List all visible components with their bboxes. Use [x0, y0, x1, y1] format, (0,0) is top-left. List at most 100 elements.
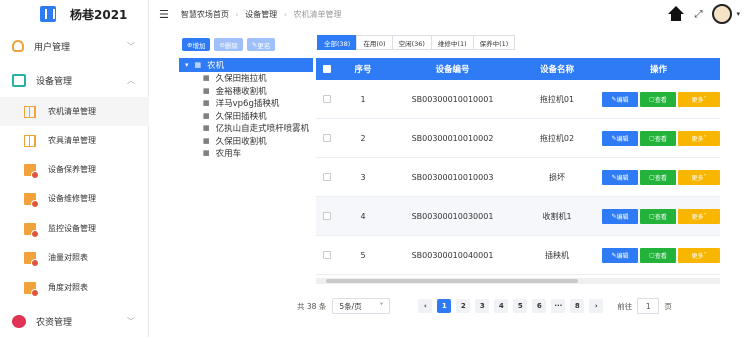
caret-down-icon: ▾ — [185, 61, 189, 69]
edit-button[interactable]: ✎ 编辑 — [602, 208, 638, 224]
tab-all[interactable]: 全部(38) — [317, 35, 358, 50]
cell-index: 4 — [360, 211, 366, 221]
more-button[interactable]: 更多 ˅ — [678, 169, 720, 185]
page-button[interactable]: 5 — [513, 299, 528, 313]
table-row[interactable]: 5 SB00300010040001 插秧机 ✎ 编辑 ▢ 查看 更多 ˅ — [316, 236, 720, 275]
tree-node-label: 久保田收割机 — [215, 136, 267, 147]
prev-page-button[interactable]: ‹ — [418, 299, 433, 313]
tree-node[interactable]: ▦ 久保田拖拉机 — [179, 72, 313, 85]
delete-button[interactable]: ⊖ 删除 — [214, 38, 243, 51]
page-size-select[interactable]: 5条/页 ˅ — [332, 298, 391, 314]
page-button[interactable]: 4 — [494, 299, 509, 313]
view-label: 查看 — [654, 174, 667, 182]
caret-down-icon[interactable]: ▾ — [736, 10, 740, 18]
cell-code: SB00300010030001 — [411, 211, 494, 221]
scrollbar-thumb[interactable] — [326, 279, 578, 283]
tree-node-label: 农用车 — [215, 149, 242, 160]
breadcrumb-home[interactable]: 智慧农场首页 — [181, 10, 229, 19]
view-label: 查看 — [654, 96, 667, 104]
view-label: 查看 — [654, 252, 667, 260]
sidebar: 杨巷2021 用户管理 ﹀ 设备管理 ︿ 农机清单管理 农具清单管理 设备保养管… — [0, 0, 149, 337]
view-button[interactable]: ▢ 查看 — [640, 169, 676, 185]
page-ellipsis[interactable]: ··· — [551, 299, 566, 313]
grid-icon: ▦ — [203, 136, 210, 145]
select-all-checkbox[interactable] — [323, 65, 331, 73]
sidebar-item-machine-list[interactable]: 农机清单管理 — [0, 97, 149, 126]
page-button[interactable]: 6 — [532, 299, 547, 313]
table-row[interactable]: 2 SB00300010010002 拖拉机02 ✎ 编辑 ▢ 查看 更多 ˅ — [316, 119, 720, 158]
sidebar-item-angle-table[interactable]: 角度对照表 — [0, 273, 149, 302]
tab-in-use[interactable]: 在用(0) — [356, 35, 393, 50]
more-button[interactable]: 更多 ˅ — [678, 208, 720, 224]
edit-button[interactable]: ✎ 编辑 — [602, 130, 638, 146]
menu-user-mgmt[interactable]: 用户管理 ﹀ — [0, 33, 149, 59]
horizontal-scrollbar[interactable] — [316, 278, 720, 284]
tree-node[interactable]: ▦ 久保田收割机 — [179, 135, 313, 148]
page-button[interactable]: 8 — [570, 299, 585, 313]
tab-idle[interactable]: 空闲(36) — [391, 35, 432, 50]
chevron-right-icon: › — [235, 9, 239, 19]
add-button[interactable]: ⊕ 增加 — [182, 38, 211, 51]
tree-node[interactable]: ▦ 洋马vp6g插秧机 — [179, 97, 313, 110]
more-button[interactable]: 更多 ˅ — [678, 130, 720, 146]
row-checkbox[interactable] — [323, 134, 331, 142]
more-button[interactable]: 更多 ˅ — [678, 247, 720, 263]
table-row[interactable]: 1 SB00300010010001 拖拉机01 ✎ 编辑 ▢ 查看 更多 ˅ — [316, 80, 720, 119]
sidebar-item-fuel-table[interactable]: 油量对照表 — [0, 243, 149, 272]
rename-button[interactable]: ✎ 更名 — [246, 38, 276, 51]
row-checkbox[interactable] — [323, 212, 331, 220]
row-checkbox[interactable] — [323, 173, 331, 181]
cell-index: 5 — [360, 250, 366, 260]
view-button[interactable]: ▢ 查看 — [640, 208, 676, 224]
view-button[interactable]: ▢ 查看 — [640, 91, 676, 107]
edit-button[interactable]: ✎ 编辑 — [602, 247, 638, 263]
avatar[interactable] — [712, 4, 733, 24]
menu-device-mgmt[interactable]: 设备管理 ︿ — [0, 66, 149, 94]
tab-maintaining[interactable]: 保养中(1) — [472, 35, 516, 50]
page-button[interactable]: 2 — [456, 299, 471, 313]
tab-repairing[interactable]: 维修中(1) — [430, 35, 474, 50]
edit-label: 编辑 — [616, 213, 629, 221]
sidebar-item-monitor[interactable]: 监控设备管理 — [0, 214, 149, 243]
page-button[interactable]: 1 — [437, 299, 452, 313]
table-row[interactable]: 4 SB00300010030001 收割机1 ✎ 编辑 ▢ 查看 更多 ˅ — [316, 197, 720, 236]
grid-icon: ▦ — [203, 74, 210, 83]
view-button[interactable]: ▢ 查看 — [640, 247, 676, 263]
page-button[interactable]: 3 — [475, 299, 490, 313]
tree-node[interactable]: ▦ 亿执山自走式喷杆喷雾机 — [179, 122, 313, 135]
menu-farm-mgmt[interactable]: 农资管理 ﹀ — [0, 307, 149, 335]
app-logo[interactable]: 杨巷2021 — [0, 0, 148, 28]
edit-button[interactable]: ✎ 编辑 — [602, 169, 638, 185]
view-button[interactable]: ▢ 查看 — [640, 130, 676, 146]
pager-total: 共 38 条 — [297, 301, 327, 311]
user-icon — [12, 40, 24, 52]
more-label: 更多 — [691, 135, 704, 143]
list-icon — [24, 105, 36, 118]
sidebar-item-maintenance[interactable]: 设备保养管理 — [0, 155, 149, 184]
sidebar-item-tool-list[interactable]: 农具清单管理 — [0, 126, 149, 155]
edit-label: 编辑 — [616, 252, 629, 260]
sidebar-item-repair[interactable]: 设备维修管理 — [0, 184, 149, 213]
fullscreen-icon[interactable]: ⤢ — [694, 9, 702, 20]
tree-node[interactable]: ▦ 久保田插秧机 — [179, 110, 313, 123]
tree-node[interactable]: ▦ 金裕穗收割机 — [179, 85, 313, 98]
sidebar-item-label: 农具清单管理 — [48, 136, 96, 145]
more-label: 更多 — [691, 252, 704, 260]
tree-node[interactable]: ▦ 农用车 — [179, 147, 313, 160]
row-checkbox[interactable] — [323, 95, 331, 103]
col-index: 序号 — [354, 65, 372, 75]
breadcrumb-device[interactable]: 设备管理 — [245, 10, 277, 19]
more-button[interactable]: 更多 ˅ — [678, 91, 720, 107]
tree-node-label: 久保田拖拉机 — [215, 74, 267, 85]
cell-code: SB00300010010003 — [411, 172, 494, 182]
row-checkbox[interactable] — [323, 251, 331, 259]
tree-root-node[interactable]: ▾ ▦ 农机 — [179, 58, 313, 72]
sidebar-item-label: 农机清单管理 — [48, 107, 96, 116]
menu-toggle-icon[interactable]: ☰ — [159, 8, 169, 21]
edit-button[interactable]: ✎ 编辑 — [602, 91, 638, 107]
next-page-button[interactable]: › — [589, 299, 604, 313]
home-icon[interactable] — [668, 6, 685, 22]
table-row[interactable]: 3 SB00300010010003 损坏 ✎ 编辑 ▢ 查看 更多 ˅ — [316, 158, 720, 197]
goto-page-input[interactable]: 1 — [637, 298, 660, 314]
sidebar-item-label: 设备保养管理 — [48, 165, 96, 174]
